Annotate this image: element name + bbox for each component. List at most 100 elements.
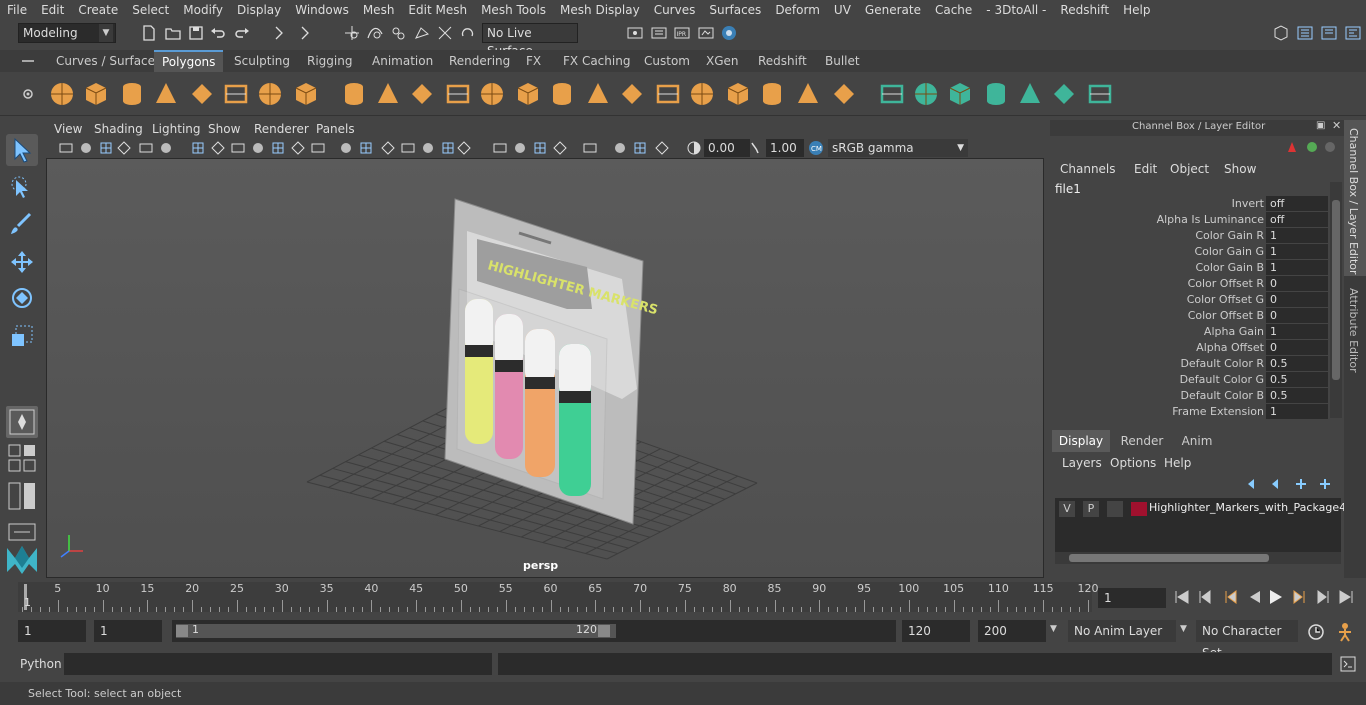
- average-vertices-icon[interactable]: [548, 80, 576, 108]
- snap-live-icon[interactable]: [436, 24, 454, 42]
- chevron-down-icon[interactable]: ▼: [1050, 624, 1057, 634]
- layer-horizontal-scrollbar[interactable]: [1055, 552, 1341, 564]
- play-forwards-icon[interactable]: [1270, 590, 1282, 604]
- ipr-render-icon[interactable]: IPR: [673, 24, 691, 42]
- go-to-end-icon[interactable]: [1339, 590, 1353, 604]
- menu-deform[interactable]: Deform: [768, 0, 827, 20]
- combine-icon[interactable]: [340, 80, 368, 108]
- shelf-tab-fx-caching[interactable]: FX Caching: [555, 50, 638, 72]
- select-by-component-icon[interactable]: [296, 24, 314, 42]
- menu-surfaces[interactable]: Surfaces: [702, 0, 768, 20]
- time-slider[interactable]: 1 5 10 15 20 25 30 35 40 45 50 55 60 65 70 75 80 85 90 95 1…: [18, 582, 1099, 612]
- scene-canvas[interactable]: HIGHLIGHTER MARKERS: [47, 159, 1044, 578]
- color-management-icon[interactable]: CM: [808, 140, 824, 156]
- chevron-down-icon[interactable]: ▼: [1180, 624, 1187, 634]
- shelf-tab-bullet[interactable]: Bullet: [817, 50, 868, 72]
- film-gate-icon[interactable]: [210, 140, 226, 156]
- poly-pipe-icon[interactable]: [292, 80, 320, 108]
- toggle-attribute-editor-icon[interactable]: [1320, 24, 1338, 42]
- step-forward-icon[interactable]: [1293, 590, 1305, 604]
- step-back-key-icon[interactable]: [1199, 590, 1211, 604]
- grease-pencil-icon[interactable]: [158, 140, 174, 156]
- persp-viewport[interactable]: HIGHLIGHTER MARKERS persp: [46, 158, 1044, 578]
- render-sequence-icon[interactable]: [650, 24, 668, 42]
- smooth-shade-icon[interactable]: [358, 140, 374, 156]
- gamma-field[interactable]: 1.00: [766, 139, 804, 157]
- bridge-icon[interactable]: [688, 80, 716, 108]
- playback-end-field[interactable]: 120: [902, 620, 970, 642]
- attribute-row-default-color-r[interactable]: Default Color R 0.5: [1050, 356, 1344, 372]
- mirror-icon[interactable]: [514, 80, 542, 108]
- close-icon[interactable]: ✕: [1332, 119, 1341, 132]
- shelf-tab-custom[interactable]: Custom: [636, 50, 698, 72]
- layer-playback-toggle[interactable]: P: [1083, 501, 1099, 517]
- field-chart-icon[interactable]: [270, 140, 286, 156]
- menu-edit-mesh[interactable]: Edit Mesh: [401, 0, 474, 20]
- poly-plane-icon[interactable]: [188, 80, 216, 108]
- two-view-layout[interactable]: [6, 480, 38, 512]
- channel-menu-channels[interactable]: Channels: [1060, 162, 1116, 176]
- menu-modify[interactable]: Modify: [176, 0, 230, 20]
- animation-start-field[interactable]: 1: [18, 620, 86, 642]
- menu-generate[interactable]: Generate: [858, 0, 928, 20]
- image-plane-icon[interactable]: [116, 140, 132, 156]
- depth-of-field-icon[interactable]: [532, 140, 548, 156]
- menu-cache[interactable]: Cache: [928, 0, 979, 20]
- layer-tab-anim[interactable]: Anim: [1172, 430, 1222, 452]
- motion-blur-icon[interactable]: [492, 140, 508, 156]
- soft-select-toggle[interactable]: [6, 406, 38, 438]
- shelf-tab-curves-surfaces[interactable]: Curves / Surfaces: [48, 50, 169, 72]
- marker-pink[interactable]: [495, 314, 523, 459]
- merge-icon[interactable]: [794, 80, 822, 108]
- animation-end-field[interactable]: 200: [978, 620, 1046, 642]
- shelf-tab-polygons[interactable]: Polygons: [154, 50, 224, 72]
- layer-action-icons[interactable]: [1244, 476, 1340, 492]
- attribute-value[interactable]: 0.5: [1266, 372, 1328, 387]
- menu-display[interactable]: Display: [230, 0, 288, 20]
- attribute-value[interactable]: 1: [1266, 244, 1328, 259]
- marker-green[interactable]: [559, 344, 591, 496]
- marker-yellow[interactable]: [465, 299, 493, 444]
- menu-redshift[interactable]: Redshift: [1053, 0, 1116, 20]
- attribute-row-color-offset-b[interactable]: Color Offset B0: [1050, 308, 1344, 324]
- rotate-tool[interactable]: [6, 282, 38, 314]
- unfold-uv-icon[interactable]: [1050, 80, 1078, 108]
- layer-tab-render[interactable]: Render: [1114, 430, 1170, 452]
- step-back-icon[interactable]: [1225, 590, 1237, 604]
- poly-cube-icon[interactable]: [82, 80, 110, 108]
- shadows-icon[interactable]: [440, 140, 456, 156]
- attribute-row-color-offset-g[interactable]: Color Offset G0: [1050, 292, 1344, 308]
- channel-menu-edit[interactable]: Edit: [1134, 162, 1157, 176]
- range-slider-end-handle[interactable]: [598, 625, 610, 637]
- safe-action-icon[interactable]: [290, 140, 306, 156]
- edge-loop-icon[interactable]: [830, 80, 858, 108]
- attribute-value[interactable]: 1: [1266, 228, 1328, 243]
- resolution-gate-icon[interactable]: [230, 140, 246, 156]
- color-space-dropdown[interactable]: sRGB gamma ▼: [828, 139, 968, 157]
- viewport-menu-lighting[interactable]: Lighting: [152, 120, 201, 138]
- offset-loop-icon[interactable]: [912, 80, 940, 108]
- shelf-tab-rigging[interactable]: Rigging: [299, 50, 360, 72]
- xray-active-icon[interactable]: [632, 140, 648, 156]
- attribute-row-color-offset-r[interactable]: Color Offset R0: [1050, 276, 1344, 292]
- new-scene-icon[interactable]: [140, 24, 158, 42]
- default-material-icon[interactable]: [380, 140, 396, 156]
- planar-uv-icon[interactable]: [982, 80, 1010, 108]
- shelf-tab-rendering[interactable]: Rendering: [441, 50, 518, 72]
- menu-3dtoall[interactable]: - 3DtoAll -: [979, 0, 1053, 20]
- grid-icon[interactable]: [190, 140, 206, 156]
- menu-edit[interactable]: Edit: [34, 0, 71, 20]
- extract-icon[interactable]: [408, 80, 436, 108]
- bevel-icon[interactable]: [654, 80, 682, 108]
- attribute-row-invert[interactable]: Invert off: [1050, 196, 1344, 212]
- attribute-value[interactable]: 0.5: [1266, 356, 1328, 371]
- menu-mesh-display[interactable]: Mesh Display: [553, 0, 647, 20]
- append-icon[interactable]: [758, 80, 786, 108]
- menu-select[interactable]: Select: [125, 0, 176, 20]
- poly-cone-icon[interactable]: [152, 80, 180, 108]
- attribute-value[interactable]: 1: [1266, 324, 1328, 339]
- range-slider-start-handle[interactable]: [176, 625, 188, 637]
- select-by-hierarchy-icon[interactable]: [270, 24, 288, 42]
- side-tab-channel-box[interactable]: Channel Box / Layer Editor: [1344, 120, 1366, 276]
- attribute-value[interactable]: 0: [1266, 276, 1328, 291]
